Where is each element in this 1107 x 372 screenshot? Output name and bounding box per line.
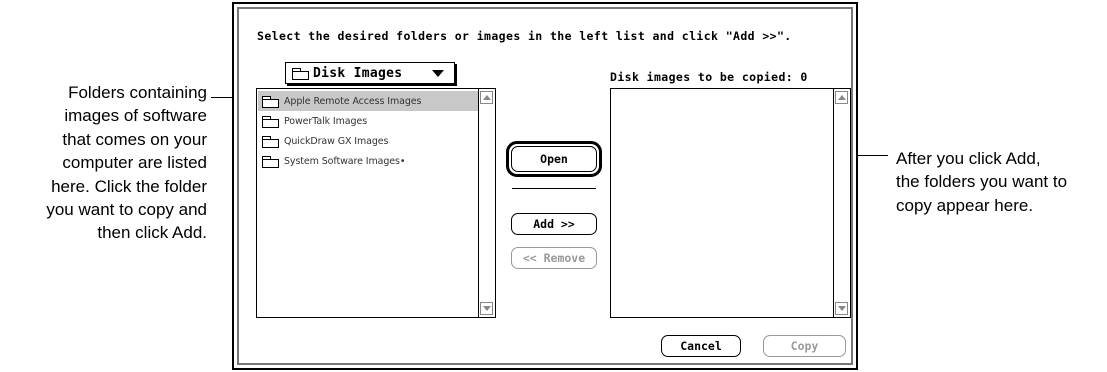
arrow-down-icon	[482, 306, 491, 311]
instruction-text: Select the desired folders or images in …	[257, 29, 792, 43]
scroll-up-arrow[interactable]	[480, 91, 493, 104]
callout-line: Folders containing	[68, 83, 207, 102]
destination-title: Disk images to be copied: 0	[610, 70, 808, 84]
list-item-label: PowerTalk Images	[284, 115, 368, 127]
arrow-up-icon	[837, 95, 846, 100]
callout-line: the folders you want to	[896, 172, 1068, 192]
add-button[interactable]: Add >>	[511, 213, 597, 235]
list-item[interactable]: Apple Remote Access Images	[258, 91, 478, 111]
callout-line: images of software	[64, 106, 207, 126]
cancel-button[interactable]: Cancel	[661, 335, 741, 357]
callout-line: you want to copy and	[46, 200, 207, 220]
source-list-scrollbar[interactable]	[478, 89, 495, 317]
open-button[interactable]: Open	[511, 146, 597, 172]
folder-icon	[262, 155, 279, 168]
callout-line: then click Add.	[97, 223, 207, 243]
callout-line: copy appear here.	[896, 195, 1034, 215]
left-callout: Folders containing images of software th…	[46, 81, 207, 245]
list-item-label: System Software Images•	[284, 155, 406, 167]
scroll-down-arrow[interactable]	[480, 302, 493, 315]
triangle-down-icon	[432, 70, 444, 77]
folder-icon	[262, 115, 279, 128]
scroll-down-arrow[interactable]	[835, 302, 848, 315]
folder-icon	[292, 67, 309, 80]
destination-list-scrollbar[interactable]	[833, 89, 850, 317]
list-item-label: QuickDraw GX Images	[284, 135, 389, 147]
arrow-down-icon	[837, 306, 846, 311]
callout-line: After you click Add,	[896, 149, 1041, 168]
disk-images-dialog: Select the desired folders or images in …	[232, 2, 858, 370]
source-folder-list[interactable]: Apple Remote Access Images PowerTalk Ima…	[256, 88, 496, 318]
arrow-up-icon	[482, 95, 491, 100]
right-callout: After you click Add, the folders you wan…	[896, 147, 1067, 217]
copy-button[interactable]: Copy	[763, 335, 846, 357]
remove-button[interactable]: << Remove	[511, 247, 597, 269]
list-item-label: Apple Remote Access Images	[284, 95, 422, 107]
callout-line: computer are listed	[62, 153, 207, 173]
list-item[interactable]: QuickDraw GX Images	[258, 131, 478, 151]
callout-line: here. Click the folder	[51, 176, 207, 196]
list-item[interactable]: PowerTalk Images	[258, 111, 478, 131]
folder-icon	[262, 135, 279, 148]
folder-popup-menu[interactable]: Disk Images	[285, 62, 455, 84]
callout-line: that comes on your	[62, 129, 207, 149]
scroll-up-arrow[interactable]	[835, 91, 848, 104]
folder-icon	[262, 95, 279, 108]
button-divider	[512, 188, 596, 189]
destination-list[interactable]	[610, 88, 851, 318]
list-item[interactable]: System Software Images•	[258, 151, 478, 171]
popup-label: Disk Images	[313, 65, 403, 81]
